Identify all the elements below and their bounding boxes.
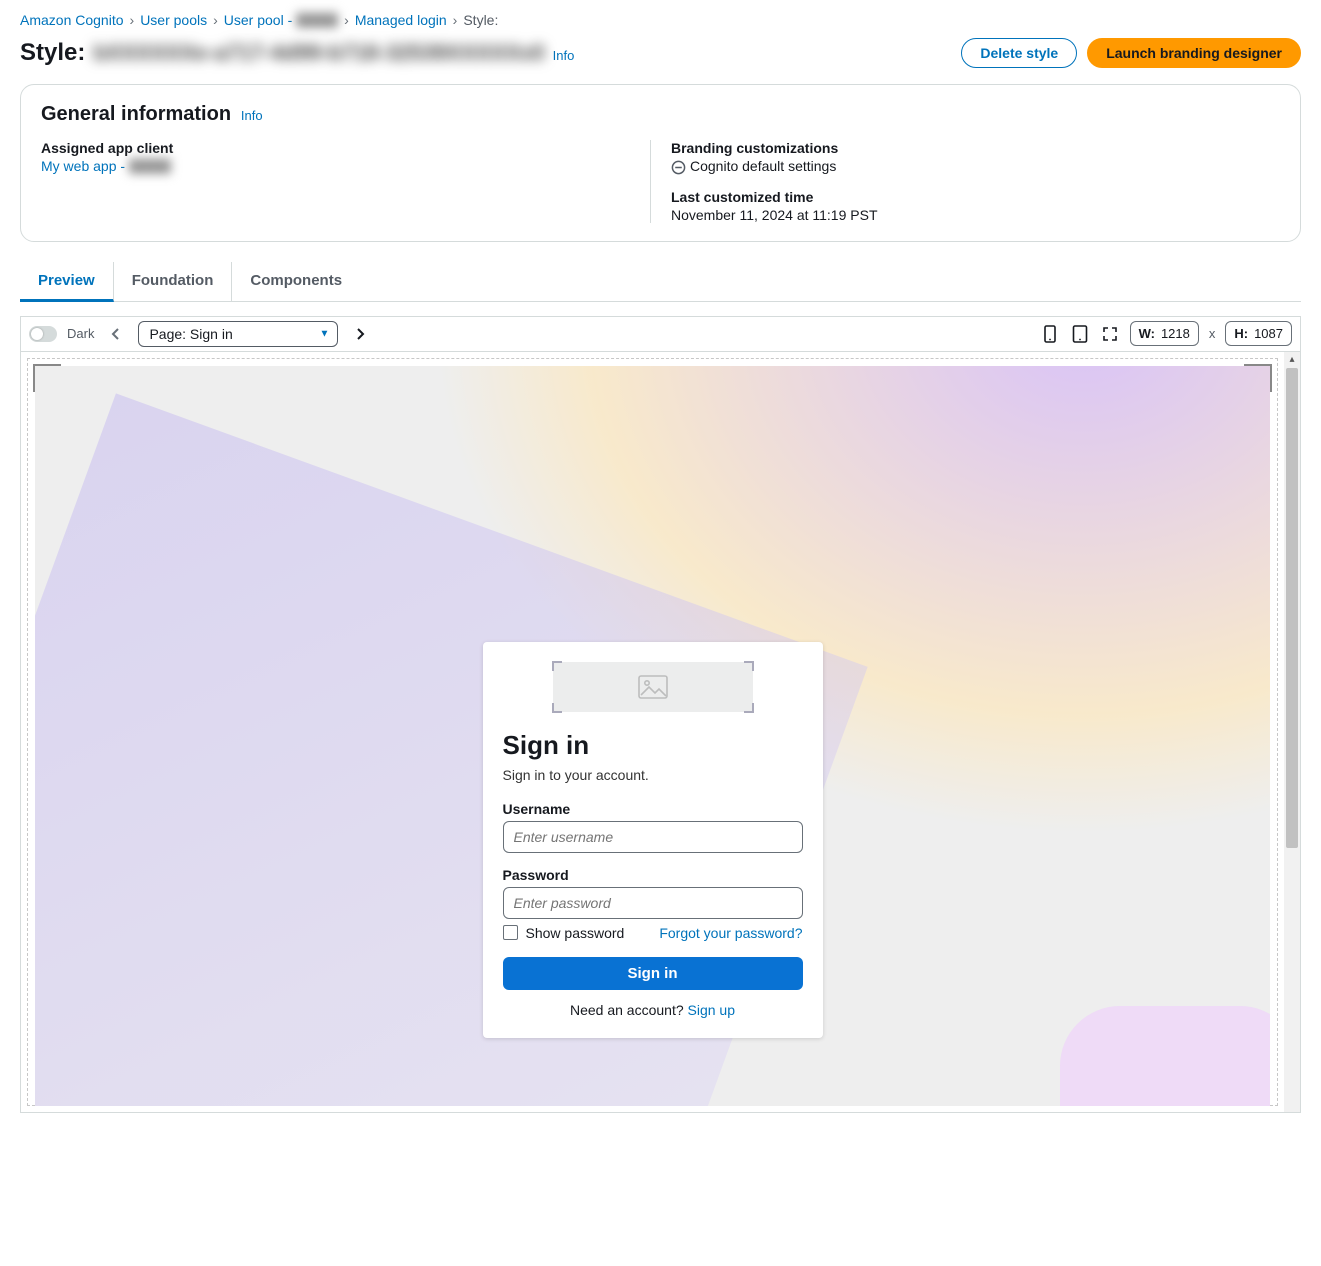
username-input[interactable] <box>503 821 803 853</box>
page-select-value: Page: Sign in <box>149 326 232 342</box>
page-title-style-id: bXXXXXXe-a717-4d99-b718-32539XXXXXx0 <box>93 40 544 66</box>
general-info-title: General information <box>41 103 231 125</box>
dark-mode-toggle[interactable] <box>29 326 57 342</box>
launch-branding-designer-button[interactable]: Launch branding designer <box>1087 38 1301 68</box>
tabs: Preview Foundation Components <box>20 262 1301 302</box>
page-select[interactable]: Page: Sign in ▼ <box>138 321 338 347</box>
show-password-checkbox[interactable]: Show password <box>503 925 625 941</box>
signin-card: Sign in Sign in to your account. Usernam… <box>483 642 823 1038</box>
crumb-user-pool-prefix: User pool - <box>224 12 296 28</box>
preview-background: Sign in Sign in to your account. Usernam… <box>35 366 1270 1106</box>
assigned-app-client-link[interactable]: My web app - xxxxxx <box>41 158 171 174</box>
tab-foundation[interactable]: Foundation <box>114 262 233 301</box>
crumb-user-pools[interactable]: User pools <box>140 12 207 28</box>
info-link[interactable]: Info <box>553 48 575 63</box>
last-customized-label: Last customized time <box>671 189 1280 205</box>
minus-circle-icon <box>671 160 686 175</box>
signup-link[interactable]: Sign up <box>688 1002 735 1018</box>
checkbox-box-icon <box>503 925 518 940</box>
chevron-right-icon: › <box>130 12 135 28</box>
dark-mode-label: Dark <box>67 326 94 341</box>
height-input[interactable]: H: 1087 <box>1225 321 1292 346</box>
image-placeholder-icon <box>638 675 668 699</box>
assigned-app-client-label: Assigned app client <box>41 140 650 156</box>
crumb-cognito[interactable]: Amazon Cognito <box>20 12 124 28</box>
signin-subtitle: Sign in to your account. <box>503 767 803 783</box>
crumb-user-pool-id: xxxxxx <box>296 12 338 28</box>
chevron-right-icon: › <box>213 12 218 28</box>
next-page-button[interactable] <box>348 322 372 346</box>
signin-title: Sign in <box>503 730 803 761</box>
crumb-managed-login[interactable]: Managed login <box>355 12 447 28</box>
chevron-right-icon: › <box>344 12 349 28</box>
height-label: H: <box>1234 326 1248 341</box>
chevron-right-icon: › <box>453 12 458 28</box>
username-label: Username <box>503 801 803 817</box>
general-info-link[interactable]: Info <box>241 108 263 123</box>
preview-toolbar: Dark Page: Sign in ▼ <box>21 317 1300 352</box>
need-account-text: Need an account? <box>570 1002 688 1018</box>
tab-preview[interactable]: Preview <box>20 262 114 302</box>
width-input[interactable]: W: 1218 <box>1130 321 1199 346</box>
assigned-app-client-prefix: My web app - <box>41 158 129 174</box>
page-header: Style: bXXXXXXe-a717-4d99-b718-32539XXXX… <box>20 38 1301 68</box>
decor-blob <box>1060 1006 1270 1106</box>
delete-style-button[interactable]: Delete style <box>961 38 1077 68</box>
password-input[interactable] <box>503 887 803 919</box>
mobile-device-icon[interactable] <box>1040 324 1060 344</box>
page-title-prefix: Style: <box>20 39 85 67</box>
breadcrumb: Amazon Cognito › User pools › User pool … <box>20 12 1301 28</box>
general-information-panel: General information Info Assigned app cl… <box>20 84 1301 242</box>
preview-panel: Dark Page: Sign in ▼ <box>20 316 1301 1113</box>
tab-components[interactable]: Components <box>232 262 360 301</box>
assigned-app-client-id: xxxxxx <box>129 158 171 174</box>
preview-canvas: Sign in Sign in to your account. Usernam… <box>21 352 1284 1112</box>
height-value: 1087 <box>1254 326 1283 341</box>
crumb-style: Style: <box>463 12 498 28</box>
crumb-user-pool[interactable]: User pool - xxxxxx <box>224 12 338 28</box>
logo-placeholder <box>553 662 753 712</box>
scroll-thumb[interactable] <box>1286 368 1298 848</box>
caret-down-icon: ▼ <box>320 328 330 339</box>
signin-button[interactable]: Sign in <box>503 957 803 990</box>
width-label: W: <box>1139 326 1155 341</box>
show-password-label: Show password <box>526 925 625 941</box>
vertical-scrollbar[interactable]: ▴ <box>1284 352 1300 1112</box>
fullscreen-icon[interactable] <box>1100 324 1120 344</box>
scroll-up-icon[interactable]: ▴ <box>1284 352 1300 368</box>
branding-customizations-value: Cognito default settings <box>690 158 836 174</box>
password-label: Password <box>503 867 803 883</box>
preview-canvas-outer: Sign in Sign in to your account. Usernam… <box>21 352 1300 1112</box>
dimension-x: x <box>1209 326 1216 341</box>
prev-page-button[interactable] <box>104 322 128 346</box>
branding-customizations-label: Branding customizations <box>671 140 1280 156</box>
width-value: 1218 <box>1161 326 1190 341</box>
forgot-password-link[interactable]: Forgot your password? <box>659 925 802 941</box>
tablet-device-icon[interactable] <box>1070 324 1090 344</box>
last-customized-value: November 11, 2024 at 11:19 PST <box>671 207 1280 223</box>
